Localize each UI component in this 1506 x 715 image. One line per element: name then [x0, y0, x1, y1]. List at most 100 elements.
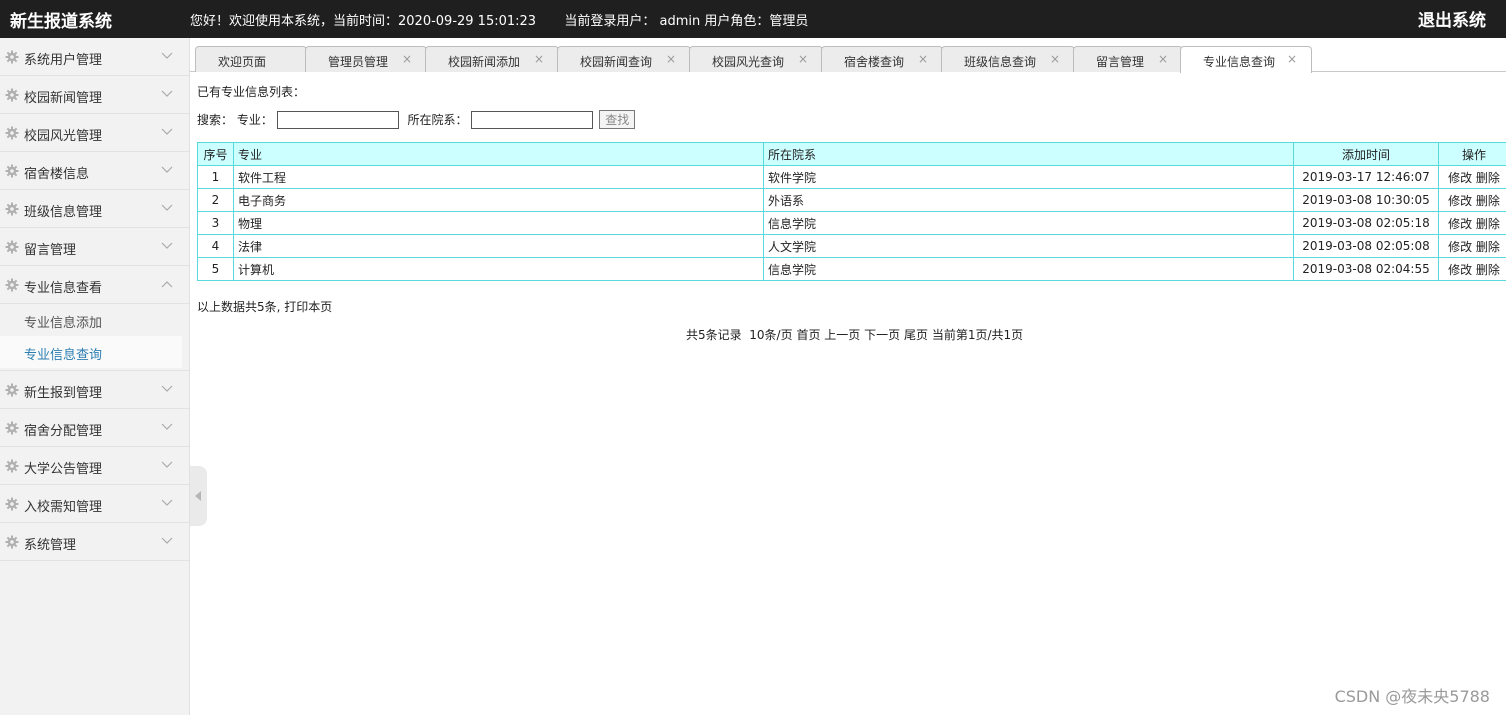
tab-label: 专业信息查询 — [1203, 55, 1276, 69]
sidebar-item[interactable]: 系统用户管理 — [0, 38, 189, 76]
chevron-down-icon — [161, 499, 173, 506]
pager-records: 共5条记录 — [686, 328, 742, 342]
sidebar-item[interactable]: 新生报到管理 — [0, 371, 189, 409]
pager-first[interactable]: 首页 — [796, 328, 820, 342]
main-content: 已有专业信息列表： 搜索： 专业： 所在院系： 查找 序号 专业 所在院系 添加… — [190, 72, 1506, 715]
search-button[interactable]: 查找 — [599, 110, 636, 129]
delete-link[interactable]: 删除 — [1476, 263, 1500, 277]
table-row: 3 物理 信息学院 2019-03-08 02:05:18 修改 删除 — [197, 211, 1506, 235]
sidebar-item-label: 新生报到管理 — [24, 386, 103, 401]
sidebar-item[interactable]: 班级信息管理 — [0, 190, 189, 228]
tab[interactable]: 宿舍楼查询 × — [821, 46, 943, 72]
gear-icon — [5, 202, 19, 216]
cell-index: 5 — [197, 257, 234, 281]
cell-index: 4 — [197, 234, 234, 258]
tab-label: 管理员管理 — [328, 55, 389, 69]
logout-button[interactable]: 退出系统 — [1418, 6, 1486, 31]
cell-major: 法律 — [233, 234, 764, 258]
summary-line: 以上数据共5条, 打印本页 — [197, 298, 332, 315]
cell-index: 2 — [197, 188, 234, 212]
search-prefix-label: 搜索： — [197, 113, 234, 127]
sidebar-subitem-major-query[interactable]: 专业信息查询 — [0, 336, 182, 368]
sidebar-item[interactable]: 大学公告管理 — [0, 447, 189, 485]
sidebar-item[interactable]: 系统管理 — [0, 523, 189, 561]
cell-major: 物理 — [233, 211, 764, 235]
table-row: 2 电子商务 外语系 2019-03-08 10:30:05 修改 删除 — [197, 188, 1506, 212]
chevron-up-icon — [161, 281, 173, 288]
tab[interactable]: 专业信息查询 × — [1180, 46, 1312, 73]
sidebar-submenu: 专业信息添加 专业信息查询 — [0, 304, 189, 371]
close-icon[interactable]: × — [1158, 52, 1168, 66]
cell-major: 计算机 — [233, 257, 764, 281]
edit-link[interactable]: 修改 — [1448, 217, 1472, 231]
major-label: 专业： — [236, 113, 273, 127]
tab-label: 校园新闻添加 — [448, 55, 521, 69]
delete-link[interactable]: 删除 — [1476, 171, 1500, 185]
close-icon[interactable]: × — [1050, 52, 1060, 66]
tab[interactable]: 留言管理 × — [1073, 46, 1183, 72]
close-icon[interactable]: × — [666, 52, 676, 66]
tab[interactable]: 校园新闻添加 × — [425, 46, 559, 72]
chevron-down-icon — [161, 90, 173, 97]
delete-link[interactable]: 删除 — [1476, 240, 1500, 254]
sidebar-item-label: 校园风光管理 — [24, 129, 103, 144]
tab[interactable]: 校园新闻查询 × — [557, 46, 691, 72]
cell-operation: 修改 删除 — [1438, 165, 1506, 189]
major-search-input[interactable] — [276, 110, 399, 129]
sidebar-item-label: 留言管理 — [24, 243, 77, 258]
tab[interactable]: 管理员管理 × — [305, 46, 427, 72]
sidebar-item[interactable]: 校园新闻管理 — [0, 76, 189, 114]
sidebar-item[interactable]: 校园风光管理 — [0, 114, 189, 152]
summary-text: 以上数据共5条, — [197, 300, 281, 314]
gear-icon — [5, 535, 19, 549]
cell-operation: 修改 删除 — [1438, 234, 1506, 258]
app-title: 新生报道系统 — [10, 12, 112, 32]
tab-bar: 欢迎页面 管理员管理 × 校园新闻添加 × 校园新闻查询 × 校园风光查询 × 宿舍楼查询 × 班级信… — [190, 38, 1506, 73]
print-page-link[interactable]: 打印本页 — [284, 300, 332, 314]
close-icon[interactable]: × — [798, 52, 808, 66]
sidebar-item[interactable]: 留言管理 — [0, 228, 189, 266]
major-table: 序号 专业 所在院系 添加时间 操作 1 软件工程 软件学院 2019-03-17 1… — [197, 142, 1506, 281]
chevron-down-icon — [161, 242, 173, 249]
tab[interactable]: 欢迎页面 — [195, 46, 307, 72]
close-icon[interactable]: × — [1287, 52, 1297, 66]
search-bar: 搜索： 专业： 所在院系： 查找 — [197, 110, 636, 132]
edit-link[interactable]: 修改 — [1448, 240, 1472, 254]
tab[interactable]: 校园风光查询 × — [689, 46, 823, 72]
sidebar-item-major-info[interactable]: 专业信息查看 — [0, 266, 189, 304]
close-icon[interactable]: × — [402, 52, 412, 66]
sidebar-item-label: 校园新闻管理 — [24, 91, 103, 106]
sidebar-subitem-label: 专业信息添加 — [24, 316, 103, 331]
chevron-down-icon — [161, 52, 173, 59]
sidebar-item-label: 大学公告管理 — [24, 462, 103, 477]
tab[interactable]: 班级信息查询 × — [941, 46, 1075, 72]
delete-link[interactable]: 删除 — [1476, 194, 1500, 208]
cell-operation: 修改 删除 — [1438, 257, 1506, 281]
sidebar-item[interactable]: 入校需知管理 — [0, 485, 189, 523]
cell-dept: 软件学院 — [763, 165, 1294, 189]
gear-icon — [5, 459, 19, 473]
cell-time: 2019-03-17 12:46:07 — [1293, 165, 1439, 189]
sidebar-subitem-label: 专业信息查询 — [24, 348, 103, 363]
dept-search-input[interactable] — [471, 110, 594, 129]
pager-next[interactable]: 下一页 — [864, 328, 900, 342]
table-row: 1 软件工程 软件学院 2019-03-17 12:46:07 修改 删除 — [197, 165, 1506, 189]
cell-time: 2019-03-08 02:04:55 — [1293, 257, 1439, 281]
sidebar-subitem-major-add[interactable]: 专业信息添加 — [0, 304, 189, 336]
cell-index: 1 — [197, 165, 234, 189]
column-header-time: 添加时间 — [1293, 142, 1439, 166]
tab-label: 校园风光查询 — [712, 55, 785, 69]
pager-last[interactable]: 尾页 — [904, 328, 928, 342]
close-icon[interactable]: × — [534, 52, 544, 66]
delete-link[interactable]: 删除 — [1476, 217, 1500, 231]
close-icon[interactable]: × — [918, 52, 928, 66]
edit-link[interactable]: 修改 — [1448, 171, 1472, 185]
sidebar-item[interactable]: 宿舍楼信息 — [0, 152, 189, 190]
sidebar-item[interactable]: 宿舍分配管理 — [0, 409, 189, 447]
dept-label: 所在院系： — [407, 113, 468, 127]
edit-link[interactable]: 修改 — [1448, 263, 1472, 277]
column-header-major: 专业 — [233, 142, 764, 166]
tab-label: 宿舍楼查询 — [844, 55, 905, 69]
pager-prev[interactable]: 上一页 — [824, 328, 860, 342]
edit-link[interactable]: 修改 — [1448, 194, 1472, 208]
